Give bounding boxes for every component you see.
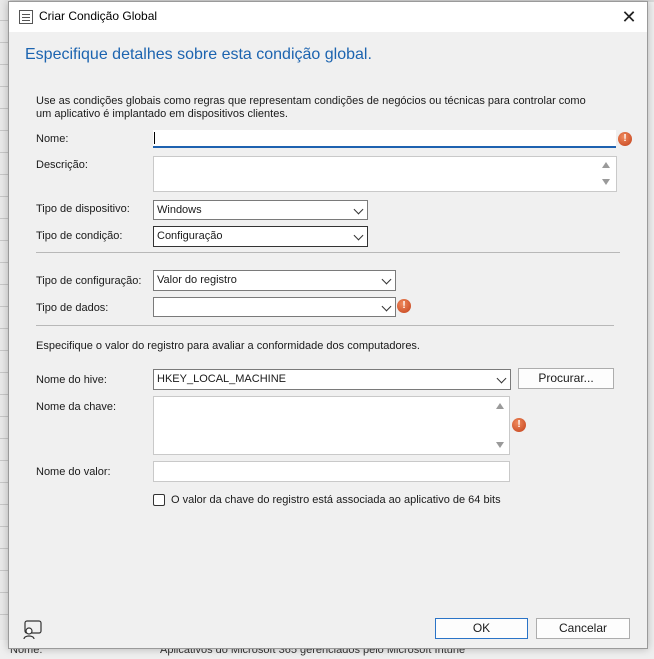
browse-button[interactable]: Procurar... xyxy=(518,368,614,389)
name-label: Nome: xyxy=(36,133,69,145)
section-divider xyxy=(36,252,620,253)
config-type-label: Tipo de configuração: xyxy=(36,275,142,287)
chevron-down-icon xyxy=(353,204,364,215)
chevron-down-icon xyxy=(496,373,507,384)
condition-type-select[interactable]: Configuração xyxy=(153,226,368,247)
text-caret xyxy=(154,132,155,144)
config-type-value: Valor do registro xyxy=(157,274,237,286)
description-label: Descrição: xyxy=(36,159,88,171)
scroll-down-arrow-icon[interactable] xyxy=(496,442,504,448)
condition-type-label: Tipo de condição: xyxy=(36,230,123,242)
section-divider xyxy=(36,325,614,326)
help-feedback-icon[interactable] xyxy=(21,620,43,640)
device-type-label: Tipo de dispositivo: xyxy=(36,203,130,215)
dialog-icon xyxy=(19,10,33,24)
device-type-value: Windows xyxy=(157,204,202,216)
chevron-down-icon xyxy=(381,274,392,285)
device-type-select[interactable]: Windows xyxy=(153,200,368,220)
64bit-checkbox[interactable] xyxy=(153,494,165,506)
data-type-select[interactable] xyxy=(153,297,396,317)
cancel-button[interactable]: Cancelar xyxy=(536,618,630,639)
dialog-content: Especifique detalhes sobre esta condição… xyxy=(9,32,647,648)
title-bar: Criar Condição Global ✕ xyxy=(9,2,647,32)
scroll-up-arrow-icon[interactable] xyxy=(496,403,504,409)
name-warning-icon: ! xyxy=(618,132,632,146)
key-name-label: Nome da chave: xyxy=(36,401,117,413)
name-field[interactable] xyxy=(153,130,616,148)
condition-type-value: Configuração xyxy=(157,230,223,242)
close-button[interactable]: ✕ xyxy=(615,6,643,28)
scroll-down-arrow-icon[interactable] xyxy=(602,179,610,185)
page-heading: Especifique detalhes sobre esta condição… xyxy=(25,46,372,63)
value-name-label: Nome do valor: xyxy=(36,466,111,478)
hive-select[interactable]: HKEY_LOCAL_MACHINE xyxy=(153,369,511,390)
create-global-condition-dialog: Criar Condição Global ✕ Especifique deta… xyxy=(8,1,648,649)
key-name-field[interactable] xyxy=(153,396,510,455)
data-type-warning-icon: ! xyxy=(397,299,411,313)
description-field[interactable] xyxy=(153,156,617,192)
ok-button[interactable]: OK xyxy=(435,618,528,639)
value-name-field[interactable] xyxy=(153,461,510,482)
registry-instruction: Especifique o valor do registro para ava… xyxy=(36,340,420,352)
dialog-title: Criar Condição Global xyxy=(39,9,158,23)
hive-value: HKEY_LOCAL_MACHINE xyxy=(157,373,286,385)
chevron-down-icon xyxy=(381,301,392,312)
config-type-select[interactable]: Valor do registro xyxy=(153,270,396,291)
hive-label: Nome do hive: xyxy=(36,374,107,386)
key-name-warning-icon: ! xyxy=(512,418,526,432)
data-type-label: Tipo de dados: xyxy=(36,302,109,314)
chevron-down-icon xyxy=(353,230,364,241)
intro-text: Use as condições globais como regras que… xyxy=(36,95,586,120)
scroll-up-arrow-icon[interactable] xyxy=(602,162,610,168)
64bit-checkbox-label: O valor da chave do registro está associ… xyxy=(171,494,501,506)
